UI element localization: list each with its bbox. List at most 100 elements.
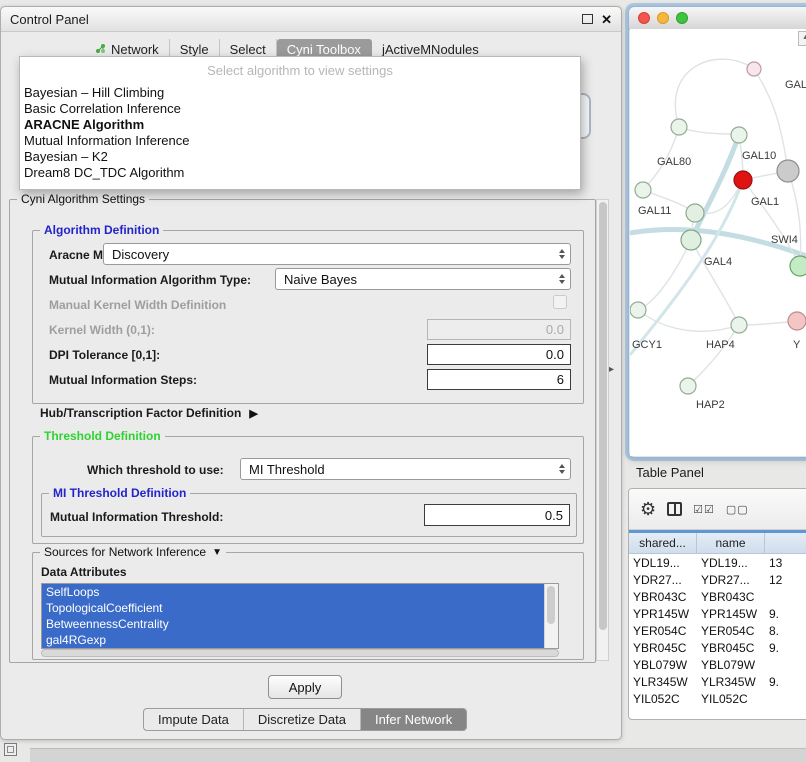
algorithm-option-dream8-dc-tdc-algorithm[interactable]: Dream8 DC_TDC Algorithm	[20, 165, 580, 181]
table-cell: YDR27...	[629, 573, 697, 587]
mi-steps-field[interactable]	[427, 369, 571, 390]
mi-type-value: Naive Bayes	[284, 272, 357, 287]
bottom-tab-discretize-data[interactable]: Discretize Data	[244, 709, 361, 730]
select-all-icon[interactable]: ☑☑	[693, 503, 715, 516]
aracne-mode-select[interactable]: Discovery	[103, 243, 571, 265]
table-row[interactable]: YIL052CYIL052C	[629, 690, 806, 707]
algorithm-option-aracne-algorithm[interactable]: ARACNE Algorithm	[20, 117, 580, 133]
control-panel-titlebar[interactable]: Control Panel ✕	[1, 7, 621, 32]
minimize-icon[interactable]	[582, 14, 593, 24]
bottom-tab-infer-network[interactable]: Infer Network	[361, 709, 466, 730]
network-node-label: GAL1	[751, 196, 779, 208]
table-cell: YBL079W	[629, 658, 697, 672]
tab-label: Network	[111, 42, 159, 57]
which-threshold-value: MI Threshold	[249, 462, 325, 477]
network-node-label: GAL11	[638, 205, 671, 217]
network-node[interactable]	[671, 119, 687, 135]
table-row[interactable]: YER054CYER054C8.	[629, 622, 806, 639]
collapse-down-icon[interactable]: ▼	[212, 547, 222, 558]
network-canvas[interactable]: ▲	[630, 29, 806, 456]
algorithm-option-basic-correlation-inference[interactable]: Basic Correlation Inference	[20, 101, 580, 117]
apply-button[interactable]: Apply	[268, 675, 342, 699]
manual-kernel-checkbox	[553, 295, 567, 309]
mac-close-button[interactable]	[638, 12, 650, 24]
columns-icon[interactable]	[667, 502, 682, 516]
algorithm-option-mutual-information-inference[interactable]: Mutual Information Inference	[20, 133, 580, 149]
network-node[interactable]	[681, 230, 701, 250]
data-attributes-list[interactable]: SelfLoopsTopologicalCoefficientBetweenne…	[41, 583, 559, 649]
network-node-label: Y	[793, 339, 801, 351]
expand-right-icon[interactable]: ▶	[249, 407, 257, 420]
table-row[interactable]: YDL19...YDL19...13	[629, 554, 806, 571]
mi-type-select[interactable]: Naive Bayes	[275, 268, 571, 290]
mi-type-label: Mutual Information Algorithm Type:	[49, 273, 251, 287]
column-header-1[interactable]: shared...	[629, 533, 697, 553]
tab-label: jActiveMNodules	[382, 42, 479, 57]
kernel-width-field	[427, 319, 571, 340]
network-node[interactable]	[731, 317, 747, 333]
attribute-item-selfloops[interactable]: SelfLoops	[42, 584, 547, 600]
dpi-tolerance-field[interactable]	[427, 344, 571, 365]
attribute-item-betweennesscentrality[interactable]: BetweennessCentrality	[42, 616, 547, 632]
network-node[interactable]	[635, 182, 651, 198]
table-row[interactable]: YBR043CYBR043C	[629, 588, 806, 605]
mi-threshold-label: Mutual Information Threshold:	[50, 510, 223, 524]
scroll-up-icon[interactable]: ▲	[798, 31, 806, 46]
table-cell: YDR27...	[697, 573, 765, 587]
network-window-titlebar[interactable]	[629, 7, 806, 30]
algorithm-option-bayesian-hill-climbing[interactable]: Bayesian – Hill Climbing	[20, 85, 580, 101]
desktop: Control Panel ✕ NetworkStyleSelectCyni T…	[0, 0, 806, 762]
corner-widget-icon[interactable]	[4, 743, 17, 756]
deselect-all-icon[interactable]: ▢▢	[726, 503, 749, 516]
attributes-scrollbar-thumb[interactable]	[547, 586, 555, 624]
network-node[interactable]	[630, 302, 646, 318]
column-header-3[interactable]	[765, 533, 806, 553]
panel-splitter-handle[interactable]: ▸	[609, 364, 614, 375]
table-panel-window: ⚙ ☑☑ ▢▢ shared...name YDL19...YDL19...13…	[628, 488, 806, 720]
table-row[interactable]: YPR145WYPR145W9.	[629, 605, 806, 622]
table-cell: YBR043C	[629, 590, 697, 604]
close-icon[interactable]: ✕	[601, 13, 612, 26]
which-threshold-select[interactable]: MI Threshold	[240, 458, 571, 480]
network-node[interactable]	[734, 171, 752, 189]
attribute-item-gal4rgexp[interactable]: gal4RGexp	[42, 632, 547, 648]
network-node[interactable]	[680, 378, 696, 394]
attributes-scrollbar[interactable]	[544, 584, 558, 648]
table-body: YDL19...YDL19...13YDR27...YDR27...12YBR0…	[629, 554, 806, 707]
attribute-item-topologicalcoefficient[interactable]: TopologicalCoefficient	[42, 600, 547, 616]
network-node-label: HAP2	[696, 399, 725, 411]
table-row[interactable]: YBL079WYBL079W	[629, 656, 806, 673]
mac-minimize-button[interactable]	[657, 12, 669, 24]
table-row[interactable]: YBR045CYBR045C9.	[629, 639, 806, 656]
mi-threshold-field[interactable]	[424, 504, 570, 526]
column-header-2[interactable]: name	[697, 533, 765, 553]
combo-arrows-icon	[559, 249, 565, 259]
table-cell: YIL052C	[629, 692, 697, 706]
network-node[interactable]	[747, 62, 761, 76]
settings-scrollbar-thumb[interactable]	[599, 202, 607, 630]
table-cell: YDL19...	[697, 556, 765, 570]
network-node[interactable]	[686, 204, 704, 222]
mac-zoom-button[interactable]	[676, 12, 688, 24]
attributes-horizontal-scrollbar[interactable]	[41, 649, 559, 657]
network-node[interactable]	[731, 127, 747, 143]
combo-arrows-icon	[559, 274, 565, 284]
network-node[interactable]	[788, 312, 806, 330]
data-attributes-items: SelfLoopsTopologicalCoefficientBetweenne…	[42, 584, 558, 648]
table-row[interactable]: YDR27...YDR27...12	[629, 571, 806, 588]
threshold-definition-group: Threshold Definition Which threshold to …	[32, 436, 584, 544]
gear-icon[interactable]: ⚙	[640, 500, 656, 518]
table-cell: YDL19...	[629, 556, 697, 570]
cyni-algorithm-settings-group: Cyni Algorithm Settings Algorithm Defini…	[9, 199, 596, 663]
algorithm-option-bayesian-k2[interactable]: Bayesian – K2	[20, 149, 580, 165]
network-node[interactable]	[777, 160, 799, 182]
network-node-label: HAP4	[706, 339, 735, 351]
network-graph[interactable]: GAL80GAL10GALGAL11GAL1SWI4GAL4GCY1HAP4HA…	[630, 29, 806, 455]
network-node[interactable]	[790, 256, 806, 276]
bottom-tab-impute-data[interactable]: Impute Data	[144, 709, 244, 730]
settings-scrollbar[interactable]	[596, 199, 609, 661]
table-row[interactable]: YLR345WYLR345W9.	[629, 673, 806, 690]
table-panel-title: Table Panel	[636, 465, 704, 480]
hub-definition-section[interactable]: Hub/Transcription Factor Definition ▶	[40, 406, 258, 420]
table-cell: 13	[765, 556, 806, 570]
